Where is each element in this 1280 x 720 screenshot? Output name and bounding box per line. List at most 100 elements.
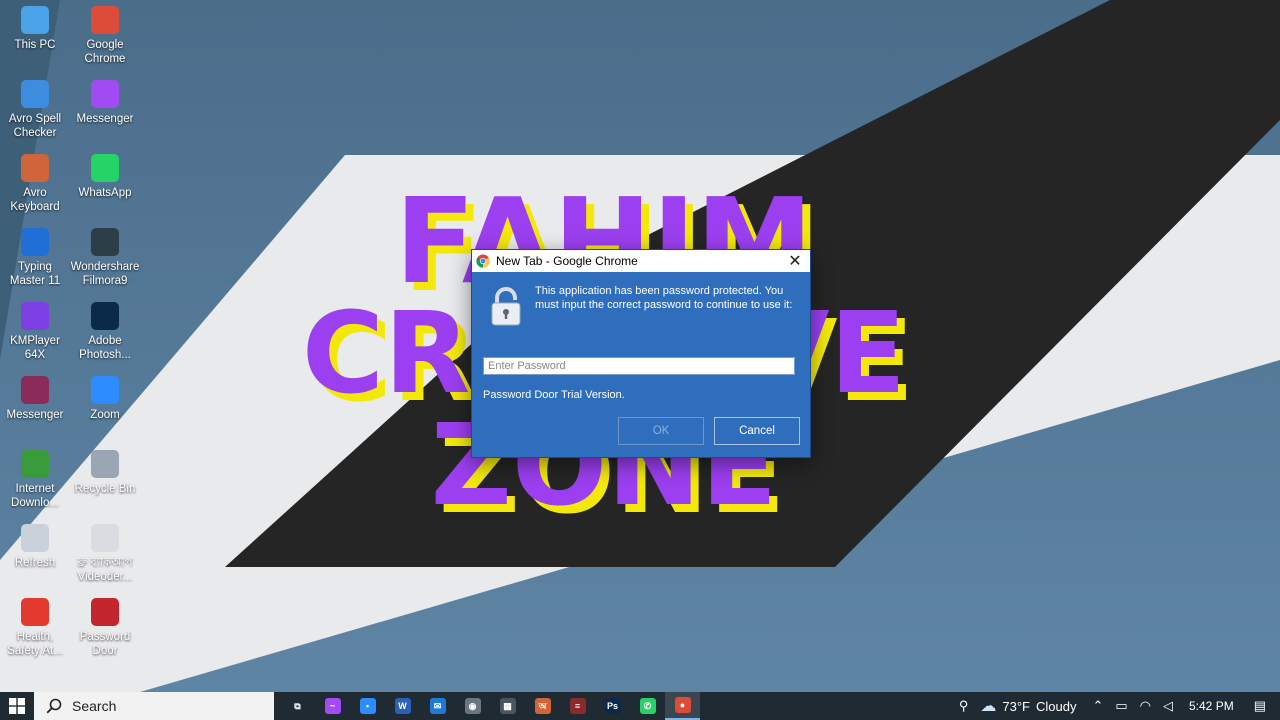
desktop-icon-label: Password Door bbox=[79, 631, 131, 657]
zoom-icon bbox=[91, 376, 119, 404]
desktop-icon-1[interactable]: This PC bbox=[0, 6, 70, 52]
keyboard-icon bbox=[21, 154, 49, 182]
idm-icon bbox=[21, 450, 49, 478]
taskbar-app-7[interactable]: ▦ bbox=[490, 692, 525, 720]
task-view-icon: ⧉ bbox=[289, 698, 306, 714]
videoder-icon bbox=[91, 524, 119, 552]
taskbar-app-9[interactable]: ≡ bbox=[560, 692, 595, 720]
chrome-icon bbox=[476, 254, 490, 268]
desktop-icon-label: This PC bbox=[14, 39, 56, 51]
check-icon bbox=[21, 80, 49, 108]
desktop-icon-10[interactable]: Adobe Photosh... bbox=[70, 302, 140, 362]
calculator-icon: ▦ bbox=[499, 698, 516, 714]
winrar-icon bbox=[21, 376, 49, 404]
close-button[interactable]: ✕ bbox=[780, 250, 810, 272]
messenger-icon: ~ bbox=[324, 698, 341, 714]
filmora-icon bbox=[91, 228, 119, 256]
desktop-icon-11[interactable]: Messenger bbox=[0, 376, 70, 422]
chevron-up-icon[interactable]: ⌃ bbox=[1092, 698, 1103, 714]
dialog-titlebar[interactable]: New Tab - Google Chrome ✕ bbox=[472, 250, 810, 272]
desktop-icon-label: Typing Master 11 bbox=[9, 261, 61, 287]
cloud-icon[interactable]: ☁ bbox=[980, 696, 996, 716]
chrome-icon bbox=[91, 6, 119, 34]
trial-version-text: Password Door Trial Version. bbox=[483, 389, 625, 401]
weather-desc[interactable]: Cloudy bbox=[1036, 699, 1076, 714]
system-tray: ⚲ ☁ 73°F Cloudy ⌃ ▭ ◠ ◁ 5:42 PM ▤ bbox=[953, 692, 1280, 720]
start-button[interactable] bbox=[0, 692, 34, 720]
taskbar-app-12[interactable]: ● bbox=[665, 692, 700, 720]
taskbar-app-11[interactable]: ✆ bbox=[630, 692, 665, 720]
clock[interactable]: 5:42 PM bbox=[1189, 699, 1234, 713]
volume-icon[interactable]: ◁ bbox=[1163, 698, 1173, 714]
desktop-icon-15[interactable]: Refresh bbox=[0, 524, 70, 570]
people-icon[interactable]: ⚲ bbox=[959, 698, 969, 714]
desktop-icon-14[interactable]: Recycle Bin bbox=[70, 450, 140, 496]
desktop-icon-label: Avro Spell Checker bbox=[8, 113, 62, 139]
desktop-icon-12[interactable]: Zoom bbox=[70, 376, 140, 422]
desktop-icon-2[interactable]: Google Chrome bbox=[70, 6, 140, 66]
taskbar-app-10[interactable]: Ps bbox=[595, 692, 630, 720]
desktop-icon-8[interactable]: Wondershare Filmora9 bbox=[70, 228, 140, 288]
desktop-icon-label: Google Chrome bbox=[84, 39, 126, 65]
desktop-icon-label: Messenger bbox=[76, 113, 134, 125]
battery-icon[interactable]: ▭ bbox=[1115, 698, 1127, 714]
password-input[interactable] bbox=[483, 357, 795, 375]
taskbar-app-8[interactable]: অ bbox=[525, 692, 560, 720]
photoshop-taskbar-icon: Ps bbox=[604, 698, 621, 714]
chrome-taskbar-icon: ● bbox=[674, 697, 691, 713]
desktop-icon-7[interactable]: Typing Master 11 bbox=[0, 228, 70, 288]
avro-icon: অ bbox=[534, 698, 551, 714]
taskbar-app-3[interactable]: • bbox=[350, 692, 385, 720]
desktop-icon-6[interactable]: WhatsApp bbox=[70, 154, 140, 200]
password-door-icon bbox=[91, 598, 119, 626]
cancel-button[interactable]: Cancel bbox=[714, 417, 800, 445]
taskbar-app-5[interactable]: ✉ bbox=[420, 692, 455, 720]
windows-icon bbox=[9, 698, 25, 714]
desktop-icon-label: Adobe Photosh... bbox=[79, 335, 131, 361]
desktop-icon-label: Health, Safety At... bbox=[7, 631, 63, 657]
winrar-taskbar-icon: ≡ bbox=[569, 698, 586, 714]
messenger-icon bbox=[91, 80, 119, 108]
taskbar-app-6[interactable]: ◉ bbox=[455, 692, 490, 720]
notification-icon[interactable]: ▤ bbox=[1254, 698, 1266, 714]
lock-icon bbox=[491, 287, 521, 326]
typing-master-icon bbox=[21, 228, 49, 256]
whatsapp-icon bbox=[91, 154, 119, 182]
taskbar-app-1[interactable]: ⧉ bbox=[280, 692, 315, 720]
desktop-icon-13[interactable]: Internet Downlo... bbox=[0, 450, 70, 510]
pdf-icon bbox=[21, 598, 49, 626]
mail-icon: ✉ bbox=[429, 698, 446, 714]
desktop-icon-label: WhatsApp bbox=[78, 187, 132, 199]
weather-temp[interactable]: 73°F bbox=[1002, 699, 1030, 714]
password-dialog: New Tab - Google Chrome ✕ This applicati… bbox=[471, 249, 811, 458]
desktop-icon-label: Refresh bbox=[14, 557, 56, 569]
taskbar-app-4[interactable]: W bbox=[385, 692, 420, 720]
recycle-bin-icon bbox=[91, 450, 119, 478]
desktop-icon-4[interactable]: Messenger bbox=[70, 80, 140, 126]
taskbar-search[interactable]: Search bbox=[34, 692, 274, 720]
desktop-icon-16[interactable]: ব্রু ব্যাকআপ Videoder... bbox=[70, 524, 140, 584]
close-icon: ✕ bbox=[788, 253, 802, 270]
camera-icon: ◉ bbox=[464, 698, 481, 714]
desktop-icon-18[interactable]: Password Door bbox=[70, 598, 140, 658]
desktop-icon-label: Avro Keyboard bbox=[10, 187, 60, 213]
dialog-message: This application has been password prote… bbox=[535, 285, 793, 311]
desktop-icon-label: KMPlayer 64X bbox=[10, 335, 60, 361]
wifi-icon[interactable]: ◠ bbox=[1140, 698, 1151, 714]
desktop-icon-17[interactable]: Health, Safety At... bbox=[0, 598, 70, 658]
taskbar-apps: ⧉ ~ • W ✉ ◉ ▦ অ ≡ Ps ✆ ● bbox=[280, 692, 700, 720]
desktop-icon-9[interactable]: KMPlayer 64X bbox=[0, 302, 70, 362]
whatsapp-taskbar-icon: ✆ bbox=[639, 698, 656, 714]
desktop-icon-3[interactable]: Avro Spell Checker bbox=[0, 80, 70, 140]
search-placeholder: Search bbox=[72, 698, 117, 714]
ok-button[interactable]: OK bbox=[618, 417, 704, 445]
desktop-icon-label: Internet Downlo... bbox=[11, 483, 59, 509]
taskbar-app-2[interactable]: ~ bbox=[315, 692, 350, 720]
refresh-icon bbox=[21, 524, 49, 552]
kmplayer-icon bbox=[21, 302, 49, 330]
desktop-icon-label: ব্রু ব্যাকআপ Videoder... bbox=[77, 557, 133, 583]
desktop-icon-5[interactable]: Avro Keyboard bbox=[0, 154, 70, 214]
desktop-icon-label: Recycle Bin bbox=[74, 483, 136, 495]
desktop-icon-label: Zoom bbox=[90, 409, 120, 421]
taskbar: Search ⧉ ~ • W ✉ ◉ ▦ অ ≡ Ps ✆ ● ⚲ ☁ 73°F Cloudy ⌃ ▭… bbox=[0, 692, 1280, 720]
